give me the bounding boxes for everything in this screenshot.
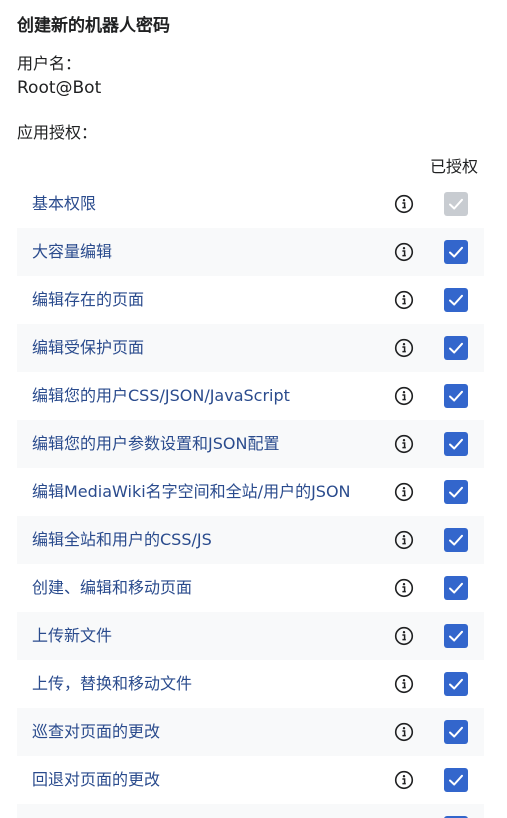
grant-checkbox[interactable] — [444, 768, 468, 792]
checkmark-icon — [449, 726, 463, 738]
grant-label: 编辑全站和用户的CSS/JS — [32, 530, 212, 549]
grant-row: 创建、编辑和移动页面 — [17, 564, 484, 612]
grants-list: 基本权限大容量编辑编辑存在的页面 编辑受保护页面编辑您的用户CSS/JSON/Ja… — [17, 180, 484, 818]
grant-checkbox[interactable] — [444, 384, 468, 408]
info-icon[interactable] — [394, 386, 414, 406]
grant-row: 上传新文件 — [17, 612, 484, 660]
grant-row: 编辑存在的页面 — [17, 276, 484, 324]
checkmark-icon — [449, 534, 463, 546]
grant-checkbox[interactable] — [444, 528, 468, 552]
info-icon[interactable] — [394, 722, 414, 742]
grant-row: 编辑您的用户CSS/JSON/JavaScript — [17, 372, 484, 420]
checkmark-icon — [449, 582, 463, 594]
page-title: 创建新的机器人密码 — [17, 16, 170, 36]
grant-row: 巡查对页面的更改 — [17, 708, 484, 756]
granted-column-header: 已授权 — [430, 157, 479, 176]
username-value: Root@Bot — [17, 78, 102, 98]
grant-label: 基本权限 — [32, 194, 97, 213]
grant-row: 回退对页面的更改 — [17, 756, 484, 804]
info-icon[interactable] — [394, 290, 414, 310]
grant-label: 编辑您的用户参数设置和JSON配置 — [32, 434, 280, 453]
checkmark-icon — [449, 678, 463, 690]
checkmark-icon — [449, 294, 463, 306]
checkmark-icon — [449, 390, 463, 402]
grant-label: 大容量编辑 — [32, 242, 113, 261]
grant-checkbox[interactable] — [444, 432, 468, 456]
grant-label: 编辑受保护页面 — [32, 338, 145, 357]
info-icon[interactable] — [394, 626, 414, 646]
grant-label: 创建、编辑和移动页面 — [32, 578, 193, 597]
info-icon[interactable] — [394, 434, 414, 454]
grant-label: 上传新文件 — [32, 626, 113, 645]
grant-checkbox[interactable] — [444, 336, 468, 360]
grants-label: 应用授权： — [17, 123, 98, 142]
username-label: 用户名： — [17, 54, 82, 73]
checkmark-icon — [449, 198, 463, 210]
info-icon[interactable] — [394, 530, 414, 550]
grant-checkbox[interactable] — [444, 720, 468, 744]
grant-checkbox[interactable] — [444, 288, 468, 312]
grant-label: 编辑存在的页面 — [32, 290, 145, 309]
checkmark-icon — [449, 246, 463, 258]
grant-checkbox — [444, 192, 468, 216]
info-icon[interactable] — [394, 338, 414, 358]
checkmark-icon — [449, 342, 463, 354]
grant-checkbox[interactable] — [444, 624, 468, 648]
grant-row: 封禁与解封用户 — [17, 804, 484, 818]
grant-checkbox[interactable] — [444, 672, 468, 696]
grant-label: 编辑您的用户CSS/JSON/JavaScript — [32, 386, 290, 405]
info-icon[interactable] — [394, 194, 414, 214]
grant-row: 编辑MediaWiki名字空间和全站/用户的JSON — [17, 468, 484, 516]
info-icon[interactable] — [394, 578, 414, 598]
info-icon[interactable] — [394, 242, 414, 262]
checkmark-icon — [449, 630, 463, 642]
info-icon[interactable] — [394, 674, 414, 694]
grant-row: 上传，替换和移动文件 — [17, 660, 484, 708]
grant-row: 基本权限 — [17, 180, 484, 228]
grant-label: 封禁与解封用户 — [32, 804, 387, 818]
grant-checkbox[interactable] — [444, 576, 468, 600]
grant-label: 回退对页面的更改 — [32, 770, 161, 789]
grant-label: 巡查对页面的更改 — [32, 722, 161, 741]
grant-row: 编辑您的用户参数设置和JSON配置 — [17, 420, 484, 468]
info-icon[interactable] — [394, 770, 414, 790]
grant-label: 上传，替换和移动文件 — [32, 674, 193, 693]
checkmark-icon — [449, 486, 463, 498]
grant-row: 编辑受保护页面 — [17, 324, 484, 372]
grant-row: 编辑全站和用户的CSS/JS — [17, 516, 484, 564]
grant-label: 编辑MediaWiki名字空间和全站/用户的JSON — [32, 482, 351, 501]
grant-checkbox[interactable] — [444, 240, 468, 264]
info-icon[interactable] — [394, 482, 414, 502]
grant-row: 大容量编辑 — [17, 228, 484, 276]
bot-password-form: 创建新的机器人密码 用户名： Root@Bot 应用授权： 已授权 基本权限大容… — [0, 0, 507, 818]
checkmark-icon — [449, 438, 463, 450]
checkmark-icon — [449, 774, 463, 786]
grant-checkbox[interactable] — [444, 480, 468, 504]
